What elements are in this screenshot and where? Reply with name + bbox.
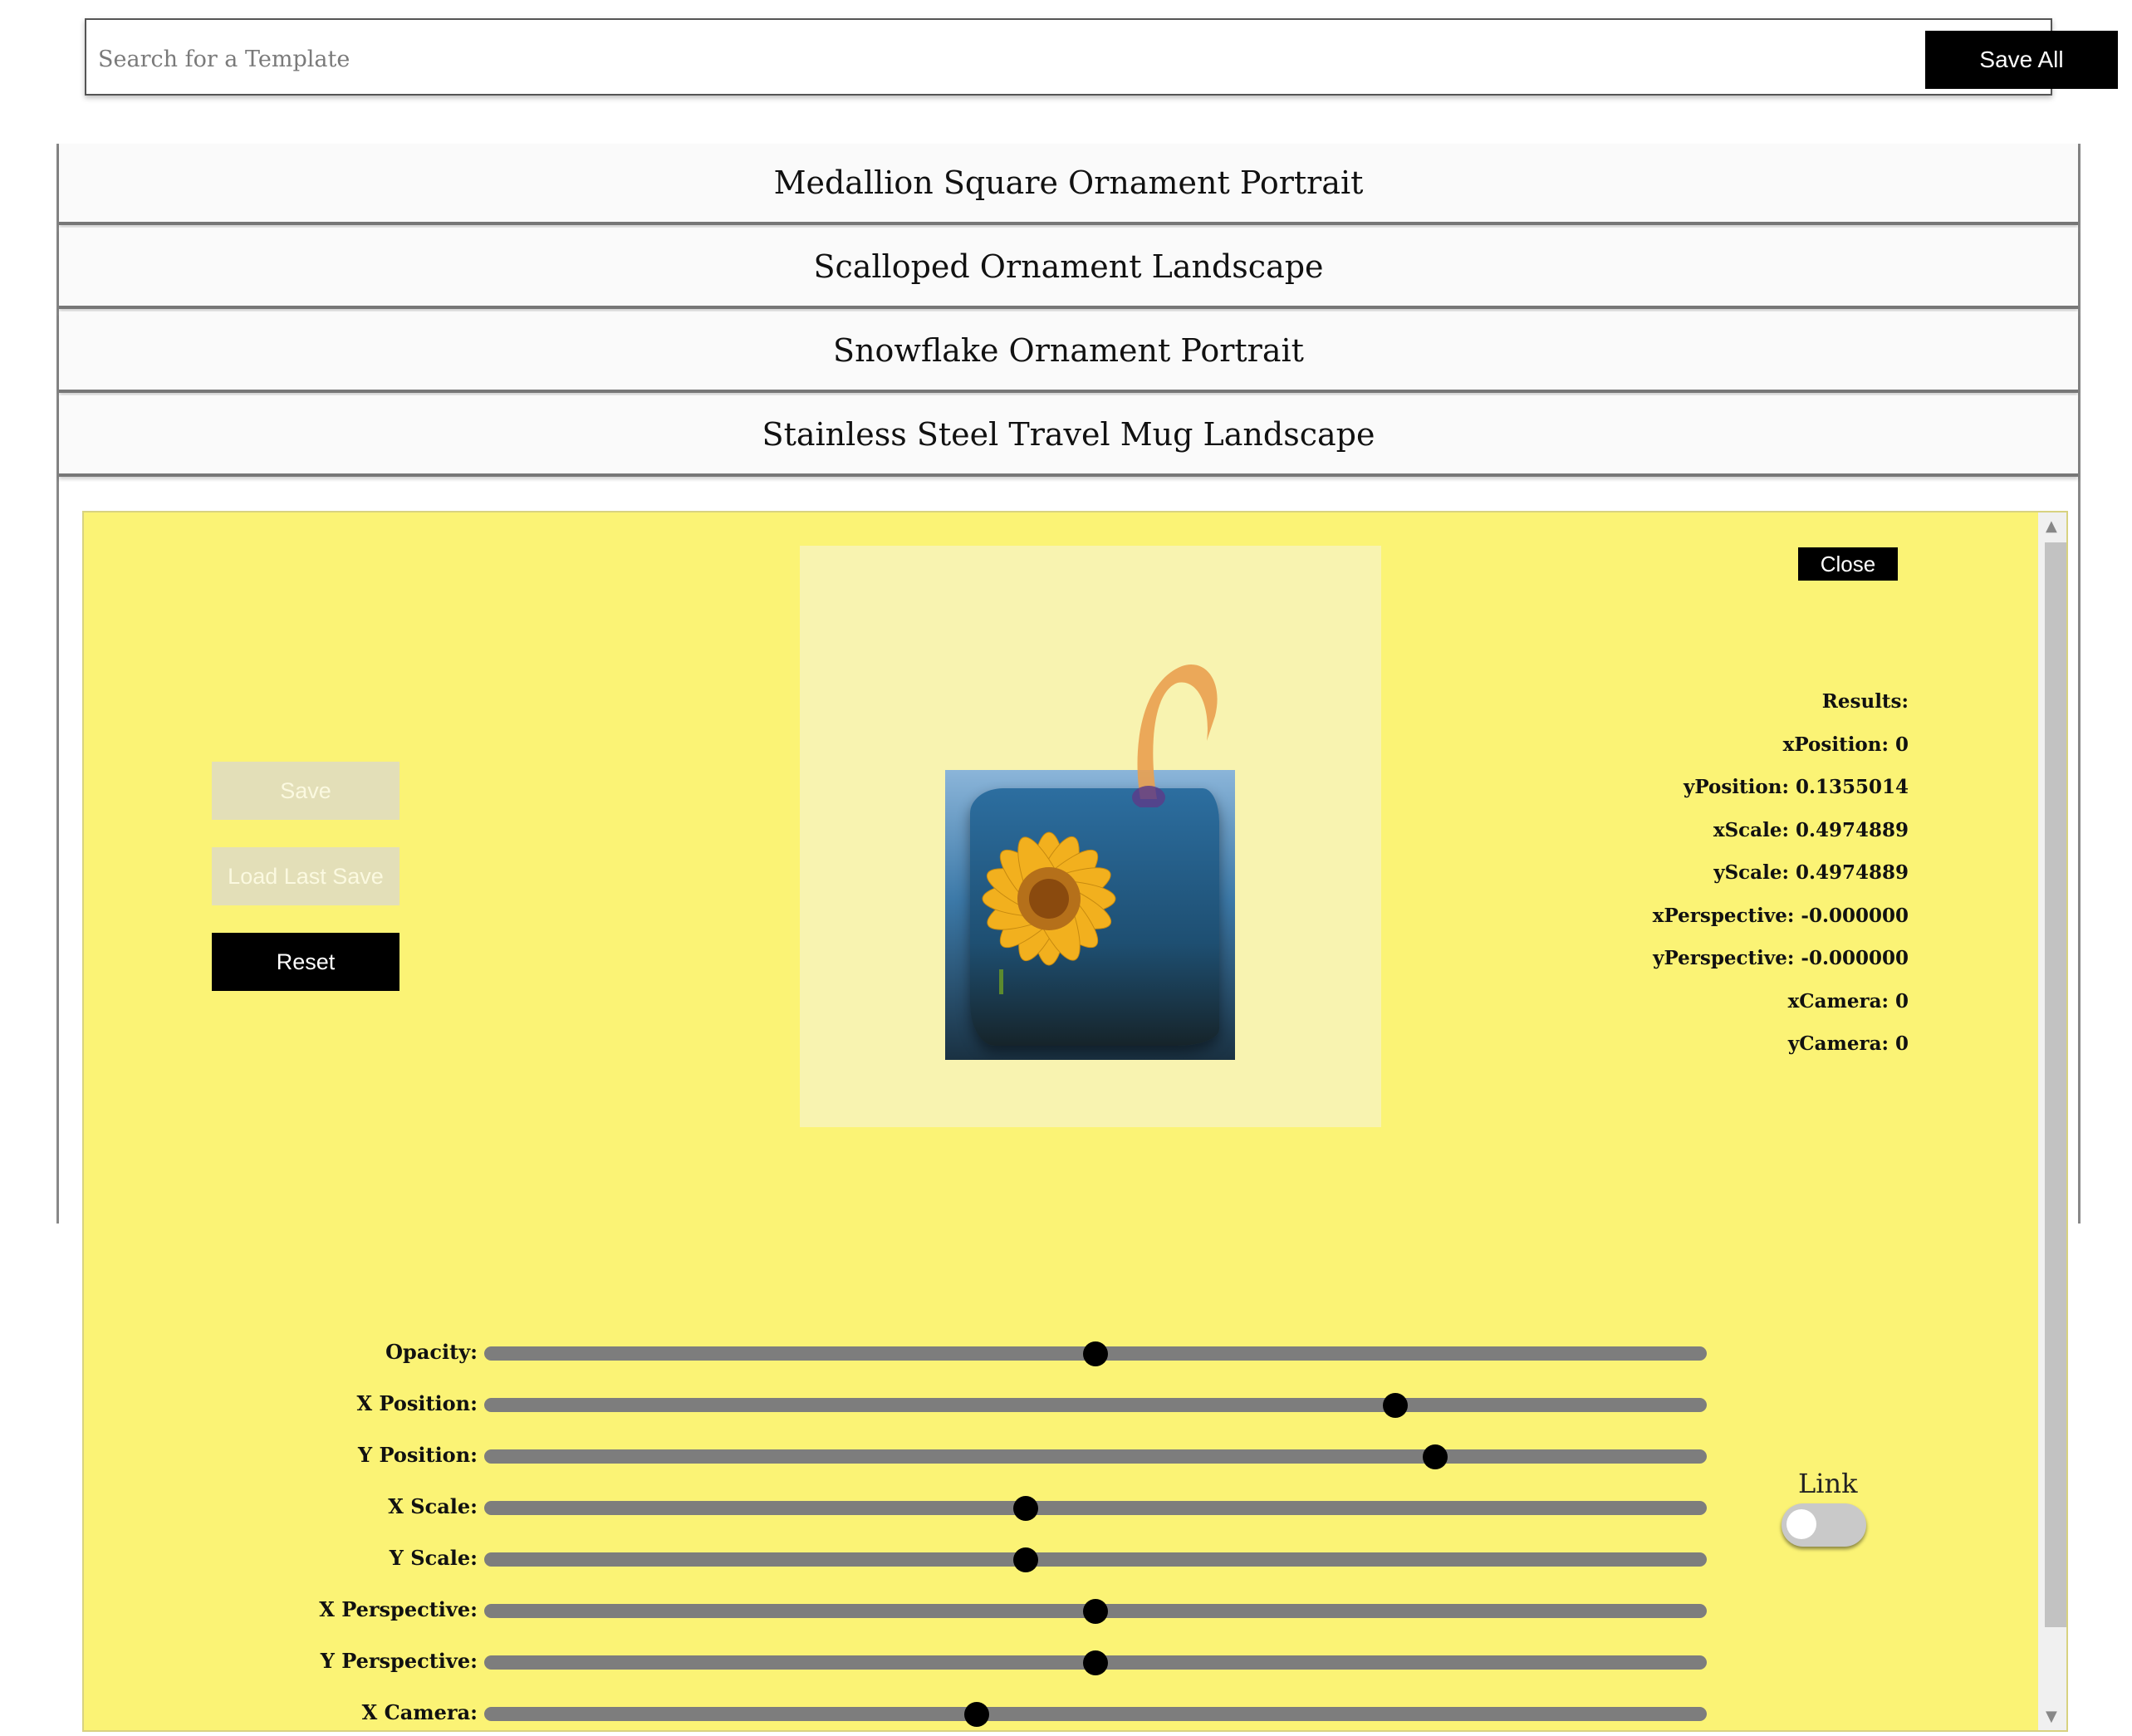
preview-canvas[interactable]: [800, 546, 1381, 1127]
load-last-save-button[interactable]: Load Last Save: [212, 847, 399, 905]
slider-y-scale: Y Scale:: [84, 1532, 1828, 1584]
template-editor-modal: Close Save Load Last Save Reset Results:…: [82, 511, 2068, 1732]
template-item-snowflake-ornament-portrait[interactable]: Snowflake Ornament Portrait: [59, 311, 2078, 393]
slider-label: X Perspective:: [319, 1597, 478, 1621]
link-label: Link: [1798, 1468, 1858, 1499]
results-panel: Results: xPosition: 0 yPosition: 0.13550…: [1493, 680, 1909, 1066]
result-y-position: yPosition: 0.1355014: [1683, 776, 1909, 798]
slider-track[interactable]: [484, 1650, 1707, 1675]
ornament-preview-image: [945, 770, 1235, 1060]
slider-thumb[interactable]: [1423, 1444, 1448, 1469]
flower-image: [982, 831, 1116, 994]
slider-track[interactable]: [484, 1496, 1707, 1521]
result-y-scale: yScale: 0.4974889: [1713, 861, 1909, 884]
result-x-scale: xScale: 0.4974889: [1713, 818, 1909, 841]
template-item-medallion-square-ornament-portrait[interactable]: Medallion Square Ornament Portrait: [59, 144, 2078, 225]
slider-thumb[interactable]: [1083, 1599, 1108, 1624]
slider-thumb[interactable]: [1382, 1393, 1408, 1418]
slider-thumb[interactable]: [1083, 1650, 1108, 1675]
slider-track[interactable]: [484, 1341, 1707, 1366]
slider-label: Y Position:: [357, 1443, 478, 1467]
close-button[interactable]: Close: [1798, 547, 1898, 581]
result-y-camera: yCamera: 0: [1787, 1032, 1909, 1055]
template-item-scalloped-ornament-landscape[interactable]: Scalloped Ornament Landscape: [59, 228, 2078, 309]
slider-track[interactable]: [484, 1393, 1707, 1418]
save-button[interactable]: Save: [212, 762, 399, 820]
result-x-perspective: xPerspective: -0.000000: [1652, 904, 1909, 927]
slider-label: Y Scale:: [389, 1546, 478, 1570]
search-input[interactable]: [96, 37, 1761, 81]
slider-thumb[interactable]: [1083, 1341, 1108, 1366]
result-y-perspective: yPerspective: -0.000000: [1653, 947, 1909, 969]
slider-track[interactable]: [484, 1547, 1707, 1572]
slider-label: X Position:: [356, 1391, 478, 1415]
result-x-position: xPosition: 0: [1782, 733, 1909, 756]
slider-y-position: Y Position:: [84, 1430, 1828, 1481]
slider-x-camera: X Camera:: [84, 1687, 1828, 1730]
reset-button[interactable]: Reset: [212, 933, 399, 991]
save-all-button[interactable]: Save All: [1925, 31, 2118, 89]
slider-label: Opacity:: [385, 1340, 478, 1364]
slider-thumb[interactable]: [964, 1702, 990, 1727]
slider-x-scale: X Scale:: [84, 1481, 1828, 1532]
slider-opacity: Opacity:: [84, 1327, 1828, 1378]
scrollbar-thumb[interactable]: [2045, 542, 2066, 1627]
slider-track[interactable]: [484, 1599, 1707, 1624]
slider-thumb[interactable]: [1013, 1547, 1039, 1572]
ribbon-image: [1132, 664, 1218, 807]
slider-thumb[interactable]: [1013, 1496, 1039, 1521]
slider-label: Y Perspective:: [320, 1649, 478, 1673]
toggle-knob: [1786, 1509, 1816, 1539]
results-title: Results:: [1821, 690, 1909, 713]
link-toggle[interactable]: [1782, 1503, 1866, 1547]
modal-scrollbar[interactable]: ▲ ▼: [2038, 512, 2066, 1730]
scroll-up-icon[interactable]: ▲: [2046, 517, 2057, 535]
slider-x-position: X Position:: [84, 1378, 1828, 1430]
slider-y-perspective: Y Perspective:: [84, 1635, 1828, 1687]
slider-label: X Camera:: [361, 1700, 478, 1724]
result-x-camera: xCamera: 0: [1787, 989, 1909, 1013]
search-bar: Save All: [85, 18, 2118, 96]
scroll-down-icon[interactable]: ▼: [2046, 1708, 2057, 1725]
template-item-stainless-steel-travel-mug-landscape[interactable]: Stainless Steel Travel Mug Landscape: [59, 395, 2078, 477]
slider-track[interactable]: [484, 1444, 1707, 1469]
slider-x-perspective: X Perspective:: [84, 1584, 1828, 1635]
slider-label: X Scale:: [388, 1494, 478, 1518]
slider-track[interactable]: [484, 1702, 1707, 1727]
